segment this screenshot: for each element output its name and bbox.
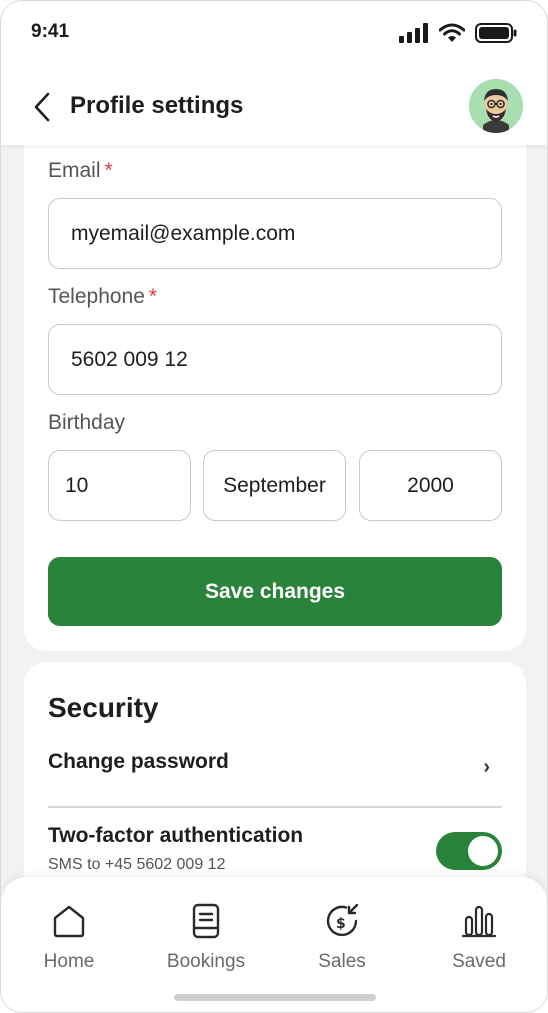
nav-sales[interactable]: $ Sales <box>287 901 397 977</box>
back-arrow-icon[interactable] <box>31 91 55 123</box>
battery-icon <box>475 23 517 43</box>
bookings-icon <box>192 903 220 939</box>
two-factor-title: Two-factor authentication <box>48 824 304 847</box>
header: Profile settings <box>1 79 547 135</box>
email-input[interactable]: myemail@example.com <box>48 198 502 269</box>
email-required-marker: * <box>104 159 113 182</box>
home-icon <box>53 905 85 938</box>
birthday-day-field[interactable]: 10 <box>48 450 191 521</box>
avatar[interactable] <box>469 79 523 133</box>
birthday-month-field[interactable]: September <box>203 450 346 521</box>
nav-saved-label: Saved <box>452 951 506 972</box>
email-label: Email * <box>48 159 113 183</box>
change-password-row[interactable]: Change password › <box>48 750 502 806</box>
birthday-year-field[interactable]: 2000 <box>359 450 502 521</box>
nav-saved[interactable]: Saved <box>424 901 534 977</box>
sales-icon: $ <box>326 903 359 937</box>
two-factor-subtitle: SMS to +45 5602 009 12 <box>48 856 226 873</box>
email-label-text: Email <box>48 159 101 182</box>
security-title: Security <box>48 692 159 723</box>
divider <box>48 806 502 808</box>
wifi-icon <box>439 23 465 42</box>
page-title: Profile settings <box>70 92 244 119</box>
nav-home[interactable]: Home <box>14 901 124 977</box>
signal-icon <box>399 23 428 43</box>
two-factor-toggle[interactable] <box>436 832 502 870</box>
telephone-required-marker: * <box>148 285 158 308</box>
telephone-label-text: Telephone <box>48 285 145 308</box>
phone-screen: 9:41 Profile settings Email * myemail@ex… <box>0 0 548 1013</box>
nav-home-label: Home <box>43 951 95 972</box>
avatar-face-icon <box>469 79 523 133</box>
toggle-knob <box>468 836 498 866</box>
nav-bookings-label: Bookings <box>166 951 246 972</box>
status-icons <box>399 23 517 43</box>
nav-sales-label: Sales <box>318 951 366 972</box>
bottom-nav: Home Bookings $ Sales Saved <box>1 877 547 1012</box>
top-bar: 9:41 Profile settings <box>1 1 547 145</box>
svg-text:$: $ <box>336 916 346 932</box>
telephone-label: Telephone * <box>48 285 157 309</box>
two-factor-row: Two-factor authentication SMS to +45 560… <box>48 824 502 884</box>
save-changes-button[interactable]: Save changes <box>48 557 502 626</box>
telephone-input[interactable]: 5602 009 12 <box>48 324 502 395</box>
change-password-label: Change password <box>48 750 229 773</box>
status-time: 9:41 <box>31 21 70 42</box>
profile-form-card: Email * myemail@example.com Telephone * 56… <box>24 121 526 651</box>
chevron-right-icon: › <box>483 756 490 778</box>
birthday-label: Birthday <box>48 411 126 434</box>
nav-bookings[interactable]: Bookings <box>151 901 261 977</box>
saved-chart-icon <box>461 905 497 938</box>
home-indicator <box>174 994 376 1001</box>
